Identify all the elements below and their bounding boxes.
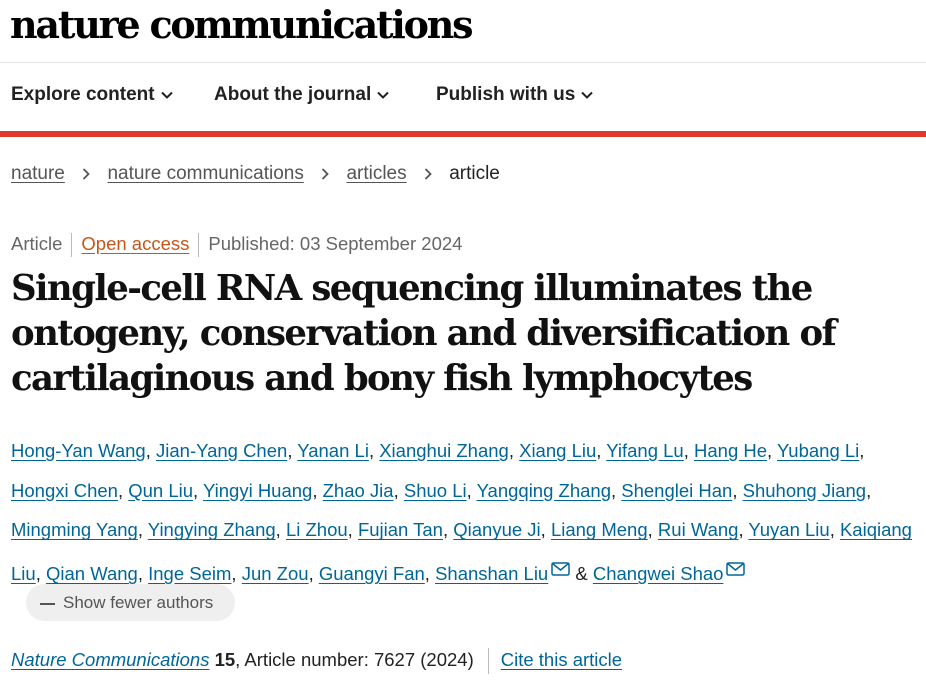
published-date: Published: 03 September 2024 — [208, 233, 463, 254]
meta-divider — [71, 233, 73, 258]
nav-explore-content[interactable]: Explore content — [11, 84, 173, 106]
author-link[interactable]: Shuo Li — [404, 480, 467, 501]
author-link[interactable]: Qun Liu — [128, 480, 193, 501]
cite-this-article-link[interactable]: Cite this article — [501, 649, 622, 670]
breadcrumb: nature nature communications articles ar… — [11, 163, 500, 185]
author-link[interactable]: Yubang Li — [777, 440, 859, 461]
author-link[interactable]: Qian Wang — [46, 563, 138, 584]
author-separator: , — [442, 519, 449, 541]
breadcrumb-nature[interactable]: nature — [11, 163, 65, 184]
author-separator: , — [193, 479, 199, 501]
author-separator: , — [859, 440, 865, 461]
author-link[interactable]: Hang He — [694, 440, 767, 461]
show-fewer-authors-button[interactable]: Show fewer authors — [26, 584, 235, 621]
journal-name-link[interactable]: Nature Communications — [11, 649, 209, 670]
chevron-right-icon — [322, 168, 329, 180]
author-link[interactable]: Shenglei Han — [621, 480, 732, 501]
minus-icon — [40, 602, 55, 605]
author-separator: , — [738, 519, 744, 541]
author-separator: , — [312, 479, 318, 501]
author-separator: , — [466, 479, 472, 501]
header-divider — [0, 62, 926, 63]
chevron-down-icon — [160, 91, 173, 99]
chevron-right-icon — [83, 168, 90, 180]
author-link[interactable]: Guangyi Fan — [319, 563, 425, 584]
nav-label: Publish with us — [436, 84, 576, 105]
author-separator: , — [610, 479, 617, 501]
author-separator: , — [368, 440, 375, 461]
author-link[interactable]: Fujian Tan — [358, 519, 443, 540]
author-link[interactable]: Rui Wang — [658, 519, 739, 540]
author-separator: , — [829, 519, 835, 541]
breadcrumb-articles[interactable]: articles — [346, 163, 406, 184]
author-link[interactable]: Hongxi Chen — [11, 480, 118, 501]
author-link[interactable]: Li Zhou — [286, 519, 348, 540]
author-separator: , — [137, 563, 143, 585]
author-link[interactable]: Yuyan Liu — [748, 519, 829, 540]
author-separator: , — [866, 479, 872, 501]
author-separator: , — [308, 563, 314, 585]
citation-divider — [487, 648, 489, 674]
author-link[interactable]: Yifang Lu — [606, 440, 684, 461]
citation-line: Nature Communications 15, Article number… — [11, 648, 622, 674]
nav-label: Explore content — [11, 84, 155, 105]
show-fewer-label: Show fewer authors — [63, 593, 214, 612]
accent-bar — [0, 131, 926, 137]
author-link[interactable]: Xiang Liu — [519, 440, 596, 461]
author-list: Hong-Yan Wang, Jian-Yang Chen, Yanan Li,… — [11, 431, 923, 594]
author-separator: , — [424, 563, 430, 585]
author-link[interactable]: Yingyi Huang — [203, 480, 312, 501]
author-link[interactable]: Xianghui Zhang — [379, 440, 509, 461]
chevron-down-icon — [377, 91, 389, 99]
author-separator: , — [596, 440, 602, 461]
author-link[interactable]: Changwei Shao — [593, 563, 724, 584]
author-separator: , — [647, 519, 653, 541]
chevron-down-icon — [581, 91, 594, 99]
journal-logo[interactable]: nature communications — [10, 2, 474, 47]
author-link[interactable]: Inge Seim — [148, 563, 231, 584]
article-meta: Article Open access Published: 03 Septembe… — [11, 233, 463, 258]
author-separator: , — [287, 440, 293, 461]
author-separator: , — [393, 479, 399, 501]
meta-divider — [198, 233, 200, 258]
author-separator: , — [508, 440, 514, 461]
author-link[interactable]: Yangqing Zhang — [477, 480, 611, 501]
author-separator: , — [683, 440, 689, 461]
author-separator: , — [540, 519, 546, 541]
author-link[interactable]: Mingming Yang — [11, 519, 138, 540]
breadcrumb-nature-communications[interactable]: nature communications — [107, 163, 303, 184]
author-separator: , — [347, 519, 353, 541]
volume: 15 — [214, 648, 236, 670]
article-number: , Article number: 7627 (2024) — [235, 648, 474, 670]
author-separator: , — [35, 563, 41, 585]
breadcrumb-current: article — [449, 163, 500, 184]
author-separator: , — [767, 440, 773, 461]
author-separator: , — [732, 479, 738, 501]
author-separator: , — [117, 479, 124, 501]
author-link[interactable]: Hong-Yan Wang — [11, 440, 146, 461]
author-link[interactable]: Jian-Yang Chen — [156, 440, 287, 461]
open-access-link[interactable]: Open access — [81, 233, 189, 254]
author-separator: , — [275, 519, 281, 541]
article-title: Single-cell RNA sequencing illuminates t… — [11, 268, 837, 399]
nav-label: About the journal — [214, 84, 372, 105]
author-link[interactable]: Shuhong Jiang — [743, 480, 866, 501]
author-separator: , — [231, 563, 237, 585]
author-link[interactable]: Liang Meng — [551, 519, 648, 540]
author-link[interactable]: Yingying Zhang — [148, 519, 276, 540]
chevron-right-icon — [424, 168, 432, 180]
article-type: Article — [11, 233, 63, 254]
nav-about-journal[interactable]: About the journal — [214, 84, 389, 106]
author-link[interactable]: Shanshan Liu — [435, 563, 548, 584]
author-link[interactable]: Zhao Jia — [323, 480, 394, 501]
author-link[interactable]: Jun Zou — [242, 563, 309, 584]
author-link[interactable]: Qianyue Ji — [453, 519, 540, 540]
author-ampersand: & — [575, 563, 588, 585]
author-link[interactable]: Yanan Li — [297, 440, 369, 461]
envelope-icon[interactable] — [551, 550, 570, 590]
author-separator: , — [137, 519, 143, 541]
envelope-icon[interactable] — [726, 550, 746, 590]
nav-publish-with-us[interactable]: Publish with us — [436, 84, 594, 106]
author-separator: , — [145, 440, 151, 461]
